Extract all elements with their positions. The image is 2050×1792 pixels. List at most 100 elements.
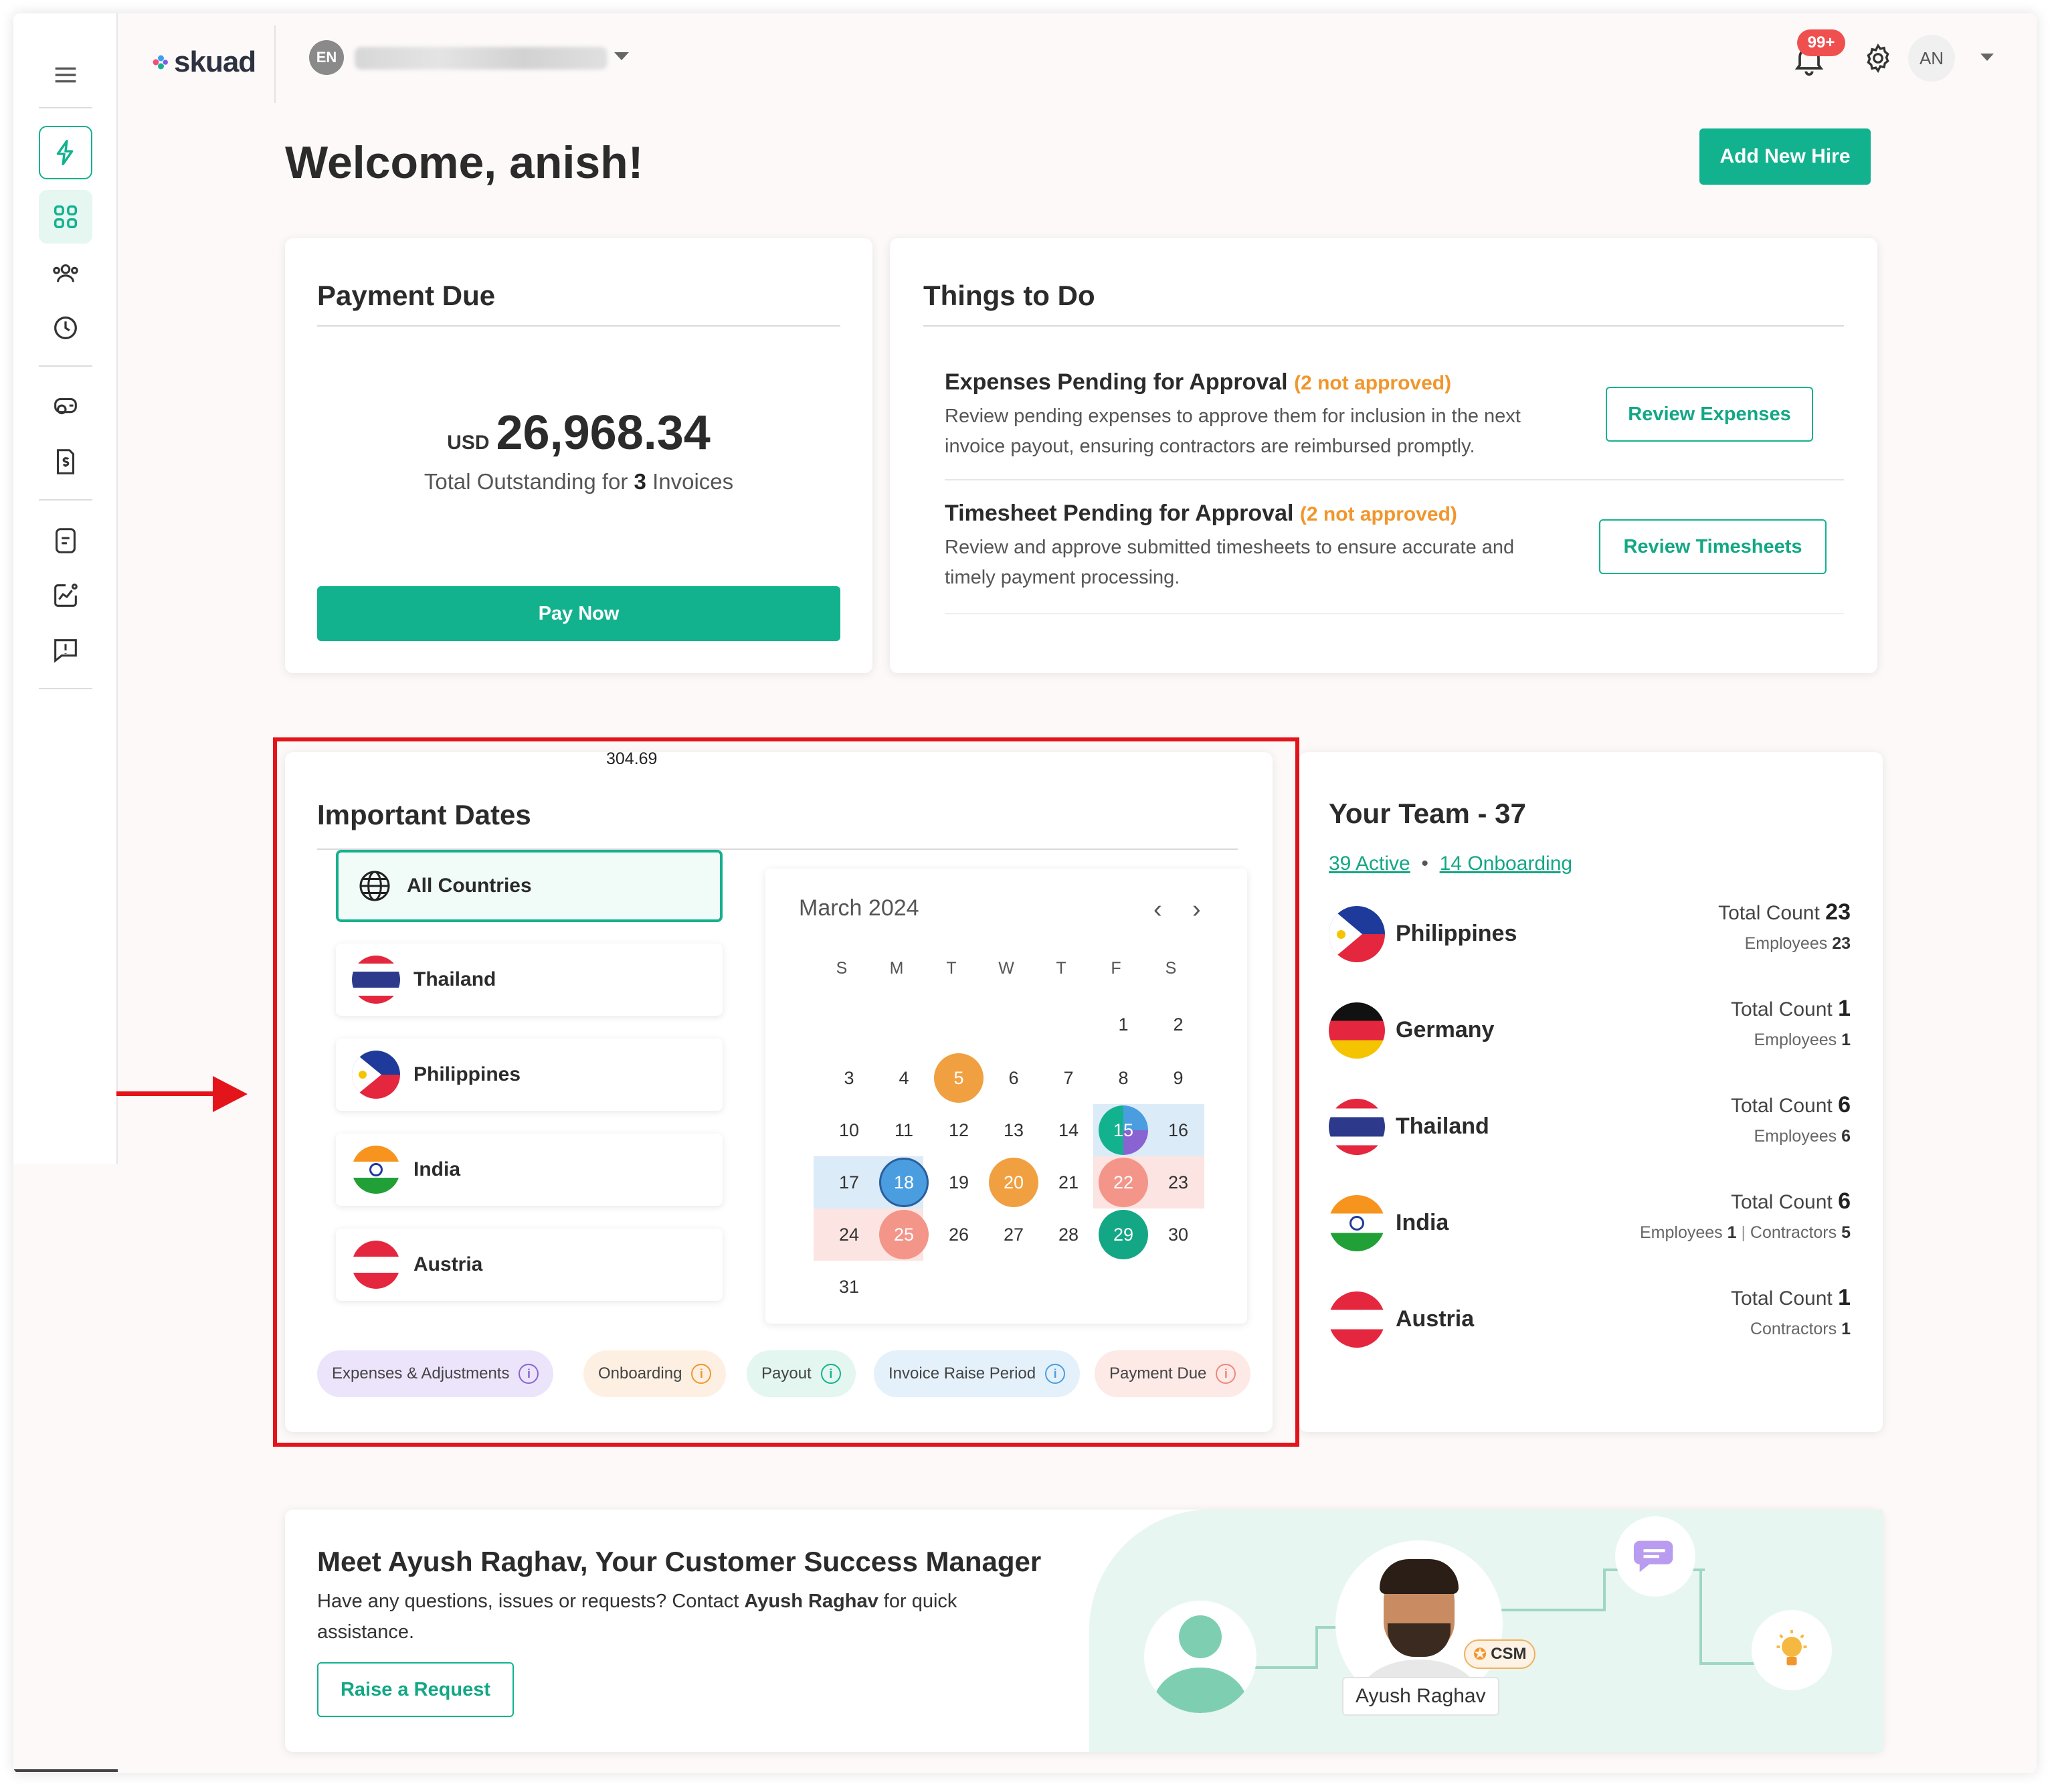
feedback-icon[interactable] [39,624,92,677]
chevron-down-icon[interactable] [1980,54,1994,61]
detail-value: 5 [1841,1223,1851,1242]
card-divider [317,325,840,327]
team-count: Total Count 6 [1731,1188,1851,1215]
todo-description: Review pending expenses to approve them … [945,406,1521,457]
bolt-icon[interactable] [39,126,92,179]
team-country: India [1396,1210,1449,1235]
thailand-flag-icon [1329,1099,1385,1155]
team-row-austria[interactable]: Austria Total Count 1 Contractors 1 [1329,1285,1851,1349]
card-divider [923,325,1844,327]
todo-status: (2 not approved) [1294,372,1452,394]
analytics-icon[interactable] [39,569,92,622]
card-title: Payment Due [317,280,496,311]
count-value: 23 [1825,899,1851,925]
card-title: Things to Do [923,280,1095,311]
user-avatar-illustration [1144,1601,1256,1713]
team-row-philippines[interactable]: Philippines Total Count 23 Employees 23 [1329,899,1851,964]
csm-description: Have any questions, issues or requests? … [317,1586,1040,1647]
active-link[interactable]: 39 Active [1329,853,1410,875]
team-count: Total Count 23 [1718,899,1851,925]
team-detail: Contractors 1 [1750,1320,1851,1339]
team-detail: Employees 1 [1754,1031,1851,1050]
dollar-document-icon[interactable] [39,435,92,488]
detail-value: 1 [1841,1320,1851,1338]
amount-value: 26,968.34 [496,406,711,460]
invoice-count: 3 [634,469,646,494]
sidebar [13,13,118,1164]
payment-due-card: Payment Due USD 26,968.34 Total Outstandi… [285,238,872,673]
todo-title-text: Timesheet Pending for Approval [945,501,1294,526]
team-icon[interactable] [39,246,92,300]
count-label: Total Count [1730,998,1833,1020]
todo-title-text: Expenses Pending for Approval [945,369,1288,395]
things-to-do-card: Things to Do Expenses Pending for Approv… [890,238,1877,673]
annotation-arrow [116,1091,217,1096]
badge-text: CSM [1491,1645,1527,1663]
csm-name-tag: Ayush Raghav [1342,1677,1499,1716]
onboarding-link[interactable]: 14 Onboarding [1440,853,1573,875]
india-flag-icon [1329,1195,1385,1251]
raise-request-button[interactable]: Raise a Request [317,1662,514,1717]
amount-currency: USD [447,432,490,454]
lightbulb-icon [1752,1610,1832,1690]
team-detail: Employees 1 | Contractors 5 [1639,1223,1851,1242]
logo-mark-icon [153,55,168,70]
chat-icon [1615,1516,1695,1597]
dashboard-grid-icon[interactable] [39,190,92,244]
todo-expenses-title: Expenses Pending for Approval (2 not app… [945,369,1451,395]
detail-value: 1 [1841,1031,1851,1049]
user-avatar[interactable]: AN [1908,35,1955,82]
team-row-thailand[interactable]: Thailand Total Count 6 Employees 6 [1329,1092,1851,1156]
count-value: 1 [1838,1285,1851,1310]
notification-badge: 99+ [1797,29,1845,56]
csm-title: Meet Ayush Raghav, Your Customer Success… [317,1546,1042,1577]
count-label: Total Count [1718,902,1820,924]
team-count: Total Count 1 [1731,996,1851,1022]
todo-description: Review and approve submitted timesheets … [945,537,1515,588]
csm-badge: ✪ CSM [1464,1639,1536,1669]
review-timesheets-button[interactable]: Review Timesheets [1599,519,1827,574]
chevron-down-icon[interactable] [614,52,629,60]
team-country: Germany [1396,1017,1495,1043]
team-country: Thailand [1396,1113,1489,1139]
award-icon: ✪ [1473,1645,1487,1664]
team-country: Austria [1396,1306,1475,1332]
bottom-edge [13,1769,118,1772]
detail-key: Contractors [1750,1320,1837,1338]
annotation-highlight-box [273,737,1299,1447]
header-divider [274,25,276,103]
detail-value: 23 [1832,934,1851,953]
team-count: Total Count 6 [1731,1092,1851,1118]
count-value: 1 [1838,996,1851,1021]
team-title: Your Team - 37 [1329,798,1526,829]
outstanding-text: Total Outstanding for 3 Invoices [285,469,872,495]
team-row-germany[interactable]: Germany Total Count 1 Employees 1 [1329,996,1851,1060]
app-window: skuad EN 99+ AN Welcome, anish! Add New … [13,13,2037,1773]
team-detail: Employees 6 [1754,1127,1851,1146]
team-country: Philippines [1396,921,1517,946]
document-icon[interactable] [39,514,92,567]
team-row-india[interactable]: India Total Count 6 Employees 1 | Contra… [1329,1188,1851,1253]
germany-flag-icon [1329,1002,1385,1059]
amount-row: USD 26,968.34 [285,406,872,460]
org-avatar[interactable]: EN [309,40,344,75]
clock-icon[interactable] [39,301,92,355]
menu-icon[interactable] [39,48,92,102]
gear-icon[interactable] [1861,41,1895,75]
csm-text-prefix: Have any questions, issues or requests? … [317,1591,739,1612]
org-name-redacted[interactable] [355,47,608,70]
review-expenses-button[interactable]: Review Expenses [1606,387,1813,442]
todo-timesheet-title: Timesheet Pending for Approval (2 not ap… [945,501,1457,527]
todo-status: (2 not approved) [1299,503,1457,525]
annotation-arrow-head [213,1076,248,1112]
count-label: Total Count [1730,1287,1833,1310]
count-label: Total Count [1730,1095,1833,1117]
count-value: 6 [1838,1188,1851,1214]
payroll-icon[interactable] [39,380,92,434]
todo-divider [945,613,1844,614]
pay-now-button[interactable]: Pay Now [317,586,840,641]
page-title: Welcome, anish! [285,137,644,188]
detail-value: 1 [1727,1223,1737,1242]
skuad-logo[interactable]: skuad [150,46,256,79]
add-new-hire-button[interactable]: Add New Hire [1699,128,1871,185]
